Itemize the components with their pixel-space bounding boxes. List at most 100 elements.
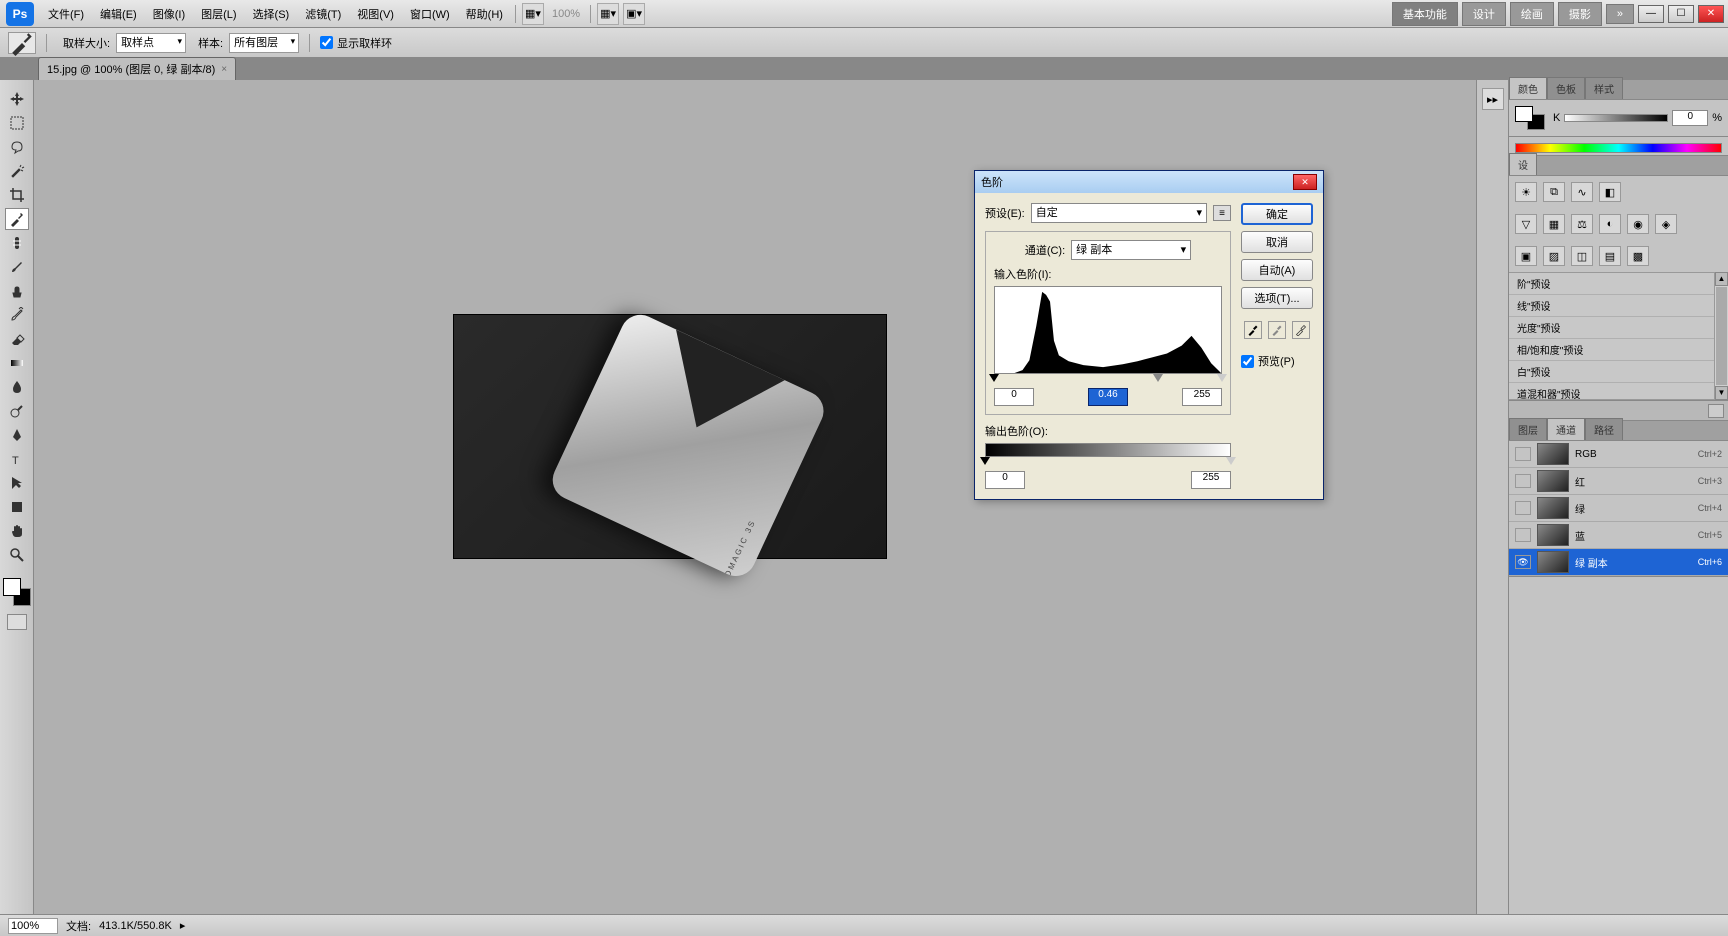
lasso-tool[interactable] bbox=[5, 136, 29, 158]
ok-button[interactable]: 确定 bbox=[1241, 203, 1313, 225]
workspace-painting[interactable]: 绘画 bbox=[1510, 2, 1554, 26]
sample-layers-select[interactable]: 所有图层 bbox=[229, 33, 299, 53]
channel-green[interactable]: 绿 Ctrl+4 bbox=[1509, 495, 1728, 522]
channel-green-copy[interactable]: 绿 副本 Ctrl+6 bbox=[1509, 549, 1728, 576]
input-slider-track[interactable] bbox=[994, 376, 1222, 384]
channel-visibility-toggle[interactable] bbox=[1515, 555, 1531, 569]
preset-scrollbar[interactable]: ▲ ▼ bbox=[1714, 272, 1728, 400]
window-maximize[interactable]: ☐ bbox=[1668, 5, 1694, 23]
type-tool[interactable]: T bbox=[5, 448, 29, 470]
options-button[interactable]: 选项(T)... bbox=[1241, 287, 1313, 309]
arrange-docs-icon[interactable]: ▦▾ bbox=[597, 3, 619, 25]
eyedropper-tool[interactable] bbox=[5, 208, 29, 230]
menu-layer[interactable]: 图层(L) bbox=[193, 6, 244, 22]
eraser-tool[interactable] bbox=[5, 328, 29, 350]
move-tool[interactable] bbox=[5, 88, 29, 110]
adjust-footer-icon[interactable] bbox=[1708, 404, 1724, 418]
color-tab[interactable]: 颜色 bbox=[1509, 77, 1547, 99]
color-swatches[interactable] bbox=[3, 578, 31, 606]
channel-rgb[interactable]: RGB Ctrl+2 bbox=[1509, 441, 1728, 468]
launch-bridge-icon[interactable]: ▦▾ bbox=[522, 3, 544, 25]
history-brush-tool[interactable] bbox=[5, 304, 29, 326]
menu-filter[interactable]: 滤镜(T) bbox=[297, 6, 349, 22]
k-slider-track[interactable] bbox=[1564, 114, 1668, 122]
document-tab-close[interactable]: × bbox=[221, 64, 227, 75]
workspace-essentials[interactable]: 基本功能 bbox=[1392, 2, 1458, 26]
preset-hue-sat[interactable]: 相/饱和度"预设 bbox=[1509, 339, 1714, 361]
output-black-value[interactable]: 0 bbox=[985, 471, 1025, 489]
panel-color-swatches[interactable] bbox=[1515, 106, 1545, 130]
crop-tool[interactable] bbox=[5, 184, 29, 206]
menu-edit[interactable]: 编辑(E) bbox=[92, 6, 145, 22]
channel-blue[interactable]: 蓝 Ctrl+5 bbox=[1509, 522, 1728, 549]
scrollbar-up[interactable]: ▲ bbox=[1715, 272, 1728, 286]
dialog-close-button[interactable]: ✕ bbox=[1293, 174, 1317, 190]
scrollbar-thumb[interactable] bbox=[1716, 287, 1727, 385]
preset-bw[interactable]: 白"预设 bbox=[1509, 361, 1714, 383]
preset-select[interactable]: 自定 bbox=[1031, 203, 1207, 223]
output-black-handle[interactable] bbox=[980, 457, 990, 465]
paths-tab[interactable]: 路径 bbox=[1585, 418, 1623, 440]
preset-curves[interactable]: 线"预设 bbox=[1509, 295, 1714, 317]
input-gamma-handle[interactable] bbox=[1153, 374, 1163, 382]
sample-black-eyedropper[interactable] bbox=[1244, 321, 1262, 339]
dialog-titlebar[interactable]: 色阶 ✕ bbox=[975, 171, 1323, 193]
cancel-button[interactable]: 取消 bbox=[1241, 231, 1313, 253]
hand-tool[interactable] bbox=[5, 520, 29, 542]
preset-exposure[interactable]: 光度"预设 bbox=[1509, 317, 1714, 339]
dock-expand-icon[interactable]: ▸▸ bbox=[1482, 88, 1504, 110]
healing-brush-tool[interactable] bbox=[5, 232, 29, 254]
channel-mixer-icon[interactable]: ◈ bbox=[1655, 214, 1677, 234]
document-tab[interactable]: 15.jpg @ 100% (图层 0, 绿 副本/8) × bbox=[38, 57, 236, 80]
hue-sat-icon[interactable]: ▦ bbox=[1543, 214, 1565, 234]
screen-mode-icon[interactable]: ▣▾ bbox=[623, 3, 645, 25]
adjust-tab[interactable]: 设 bbox=[1509, 153, 1537, 175]
output-white-value[interactable]: 255 bbox=[1191, 471, 1231, 489]
zoom-tool[interactable] bbox=[5, 544, 29, 566]
swatches-tab[interactable]: 色板 bbox=[1547, 77, 1585, 99]
workspace-design[interactable]: 设计 bbox=[1462, 2, 1506, 26]
curves-icon[interactable]: ∿ bbox=[1571, 182, 1593, 202]
clone-stamp-tool[interactable] bbox=[5, 280, 29, 302]
channel-red[interactable]: 红 Ctrl+3 bbox=[1509, 468, 1728, 495]
workspace-photo[interactable]: 摄影 bbox=[1558, 2, 1602, 26]
shape-tool[interactable] bbox=[5, 496, 29, 518]
styles-tab[interactable]: 样式 bbox=[1585, 77, 1623, 99]
preview-check[interactable]: 预览(P) bbox=[1241, 353, 1313, 369]
selective-color-icon[interactable]: ▩ bbox=[1627, 246, 1649, 266]
input-gamma-value[interactable]: 0.46 bbox=[1088, 388, 1128, 406]
workspace-more[interactable]: » bbox=[1606, 4, 1634, 24]
menu-image[interactable]: 图像(I) bbox=[145, 6, 193, 22]
brush-tool[interactable] bbox=[5, 256, 29, 278]
preset-menu-icon[interactable]: ≡ bbox=[1213, 205, 1231, 221]
channel-visibility-toggle[interactable] bbox=[1515, 528, 1531, 542]
status-zoom-input[interactable] bbox=[8, 918, 58, 934]
window-minimize[interactable]: — bbox=[1638, 5, 1664, 23]
menu-view[interactable]: 视图(V) bbox=[349, 6, 402, 22]
invert-icon[interactable]: ▣ bbox=[1515, 246, 1537, 266]
menu-select[interactable]: 选择(S) bbox=[245, 6, 298, 22]
preset-channel-mixer[interactable]: 道混和器"预设 bbox=[1509, 383, 1714, 400]
brightness-contrast-icon[interactable]: ☀ bbox=[1515, 182, 1537, 202]
gradient-map-icon[interactable]: ▤ bbox=[1599, 246, 1621, 266]
channel-visibility-toggle[interactable] bbox=[1515, 501, 1531, 515]
levels-icon[interactable]: ⧉ bbox=[1543, 182, 1565, 202]
channels-tab[interactable]: 通道 bbox=[1547, 418, 1585, 440]
k-value-input[interactable]: 0 bbox=[1672, 110, 1708, 126]
menu-help[interactable]: 帮助(H) bbox=[458, 6, 511, 22]
panel-fg-swatch[interactable] bbox=[1515, 106, 1533, 122]
blur-tool[interactable] bbox=[5, 376, 29, 398]
menu-window[interactable]: 窗口(W) bbox=[402, 6, 458, 22]
foreground-color-swatch[interactable] bbox=[3, 578, 21, 596]
quick-mask-toggle[interactable] bbox=[7, 614, 27, 630]
threshold-icon[interactable]: ◫ bbox=[1571, 246, 1593, 266]
hue-strip[interactable] bbox=[1515, 143, 1722, 153]
input-white-value[interactable]: 255 bbox=[1182, 388, 1222, 406]
preview-checkbox[interactable] bbox=[1241, 355, 1254, 368]
sample-white-eyedropper[interactable] bbox=[1292, 321, 1310, 339]
bw-icon[interactable]: ◐ bbox=[1599, 214, 1621, 234]
marquee-tool[interactable] bbox=[5, 112, 29, 134]
preset-levels[interactable]: 阶"预设 bbox=[1509, 273, 1714, 295]
channel-visibility-toggle[interactable] bbox=[1515, 447, 1531, 461]
auto-button[interactable]: 自动(A) bbox=[1241, 259, 1313, 281]
